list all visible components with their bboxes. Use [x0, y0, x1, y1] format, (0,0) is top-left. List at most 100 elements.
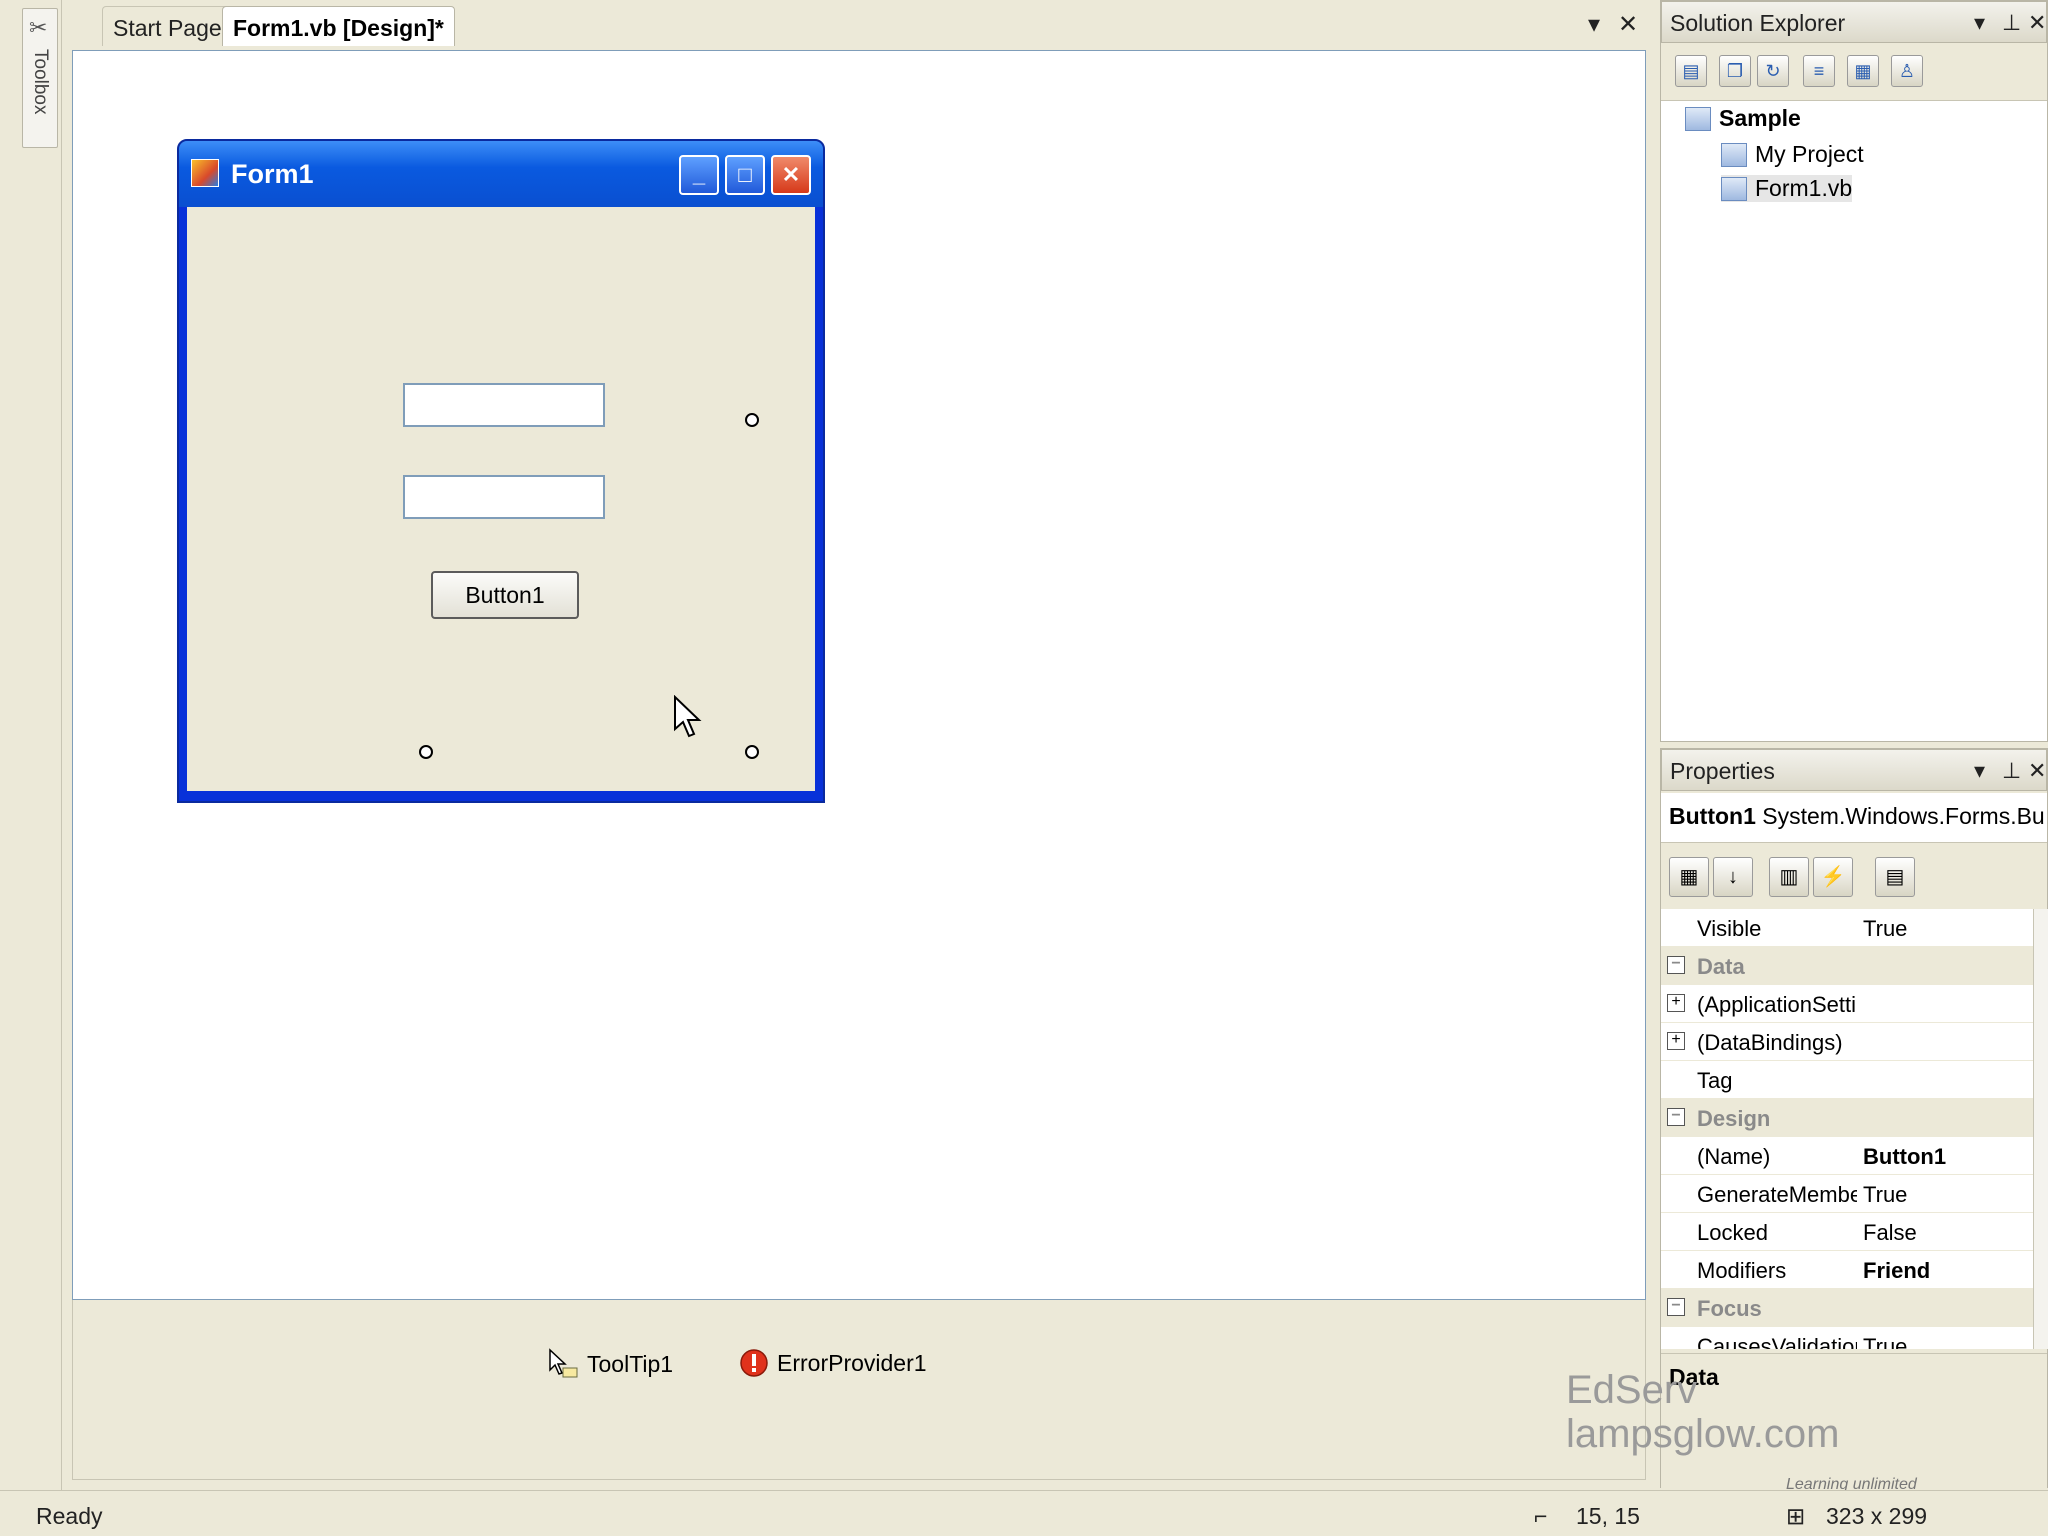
chevron-down-icon[interactable]: ▾	[1974, 10, 1985, 36]
prop-row-generate-member[interactable]: GenerateMembe True	[1661, 1175, 2033, 1213]
prop-row-modifiers[interactable]: Modifiers Friend	[1661, 1251, 2033, 1289]
status-ready: Ready	[36, 1503, 103, 1529]
prop-value[interactable]: True	[1863, 1182, 1907, 1208]
categorized-icon[interactable]: ▦	[1669, 857, 1709, 897]
prop-name: GenerateMembe	[1697, 1182, 1857, 1207]
close-icon[interactable]: ✕	[2028, 758, 2046, 784]
form-title: Form1	[231, 159, 314, 189]
expand-icon[interactable]: +	[1667, 1032, 1685, 1050]
tree-item-sample[interactable]: Sample	[1685, 105, 1801, 132]
form-file-icon	[1721, 176, 1747, 201]
panel-title: Properties	[1670, 758, 1775, 784]
prop-name: (DataBindings)	[1697, 1030, 1843, 1055]
mouse-cursor-icon	[674, 695, 702, 738]
form-titlebar[interactable]: Form1 _ □ ✕	[179, 141, 823, 207]
expand-icon[interactable]: +	[1667, 994, 1685, 1012]
prop-name: Modifiers	[1697, 1258, 1787, 1283]
form-client-area[interactable]: Button1	[187, 207, 815, 791]
resize-grip-right[interactable]	[745, 413, 759, 427]
prop-row-visible[interactable]: Visible True	[1661, 909, 2033, 947]
prop-value[interactable]: Button1	[1863, 1144, 1946, 1170]
object-selector[interactable]: Button1 System.Windows.Forms.Bu	[1661, 793, 2047, 843]
prop-name: Visible	[1697, 916, 1762, 941]
toolbox-icon: ✂	[29, 15, 48, 40]
tree-item-label: Sample	[1719, 105, 1801, 131]
size-icon: ⊞	[1786, 1503, 1806, 1529]
toolbox-strip: ✂ Toolbox	[0, 0, 62, 1490]
tooltip-icon	[549, 1348, 578, 1378]
toolbox-tab[interactable]: ✂ Toolbox	[22, 8, 58, 148]
textbox1[interactable]	[403, 383, 605, 427]
solution-explorer-panel: Solution Explorer ▾ ⊥ ✕ ▤ ❐ ↻ ≡ ▦ ♙ Samp…	[1660, 0, 2048, 742]
textbox2[interactable]	[403, 475, 605, 519]
alphabetical-icon[interactable]: ↓	[1713, 857, 1753, 897]
prop-value[interactable]: True	[1863, 916, 1907, 942]
properties-view-icon[interactable]: ▥	[1769, 857, 1809, 897]
prop-value[interactable]: False	[1863, 1220, 1917, 1246]
document-tab-strip: Start Page Form1.vb [Design]* ▾ ✕	[62, 0, 1646, 50]
selected-object-name: Button1	[1669, 803, 1756, 829]
tree-item-my-project[interactable]: My Project	[1721, 141, 1864, 168]
minimize-button[interactable]: _	[679, 155, 719, 195]
class-diagram-icon[interactable]: ♙	[1891, 55, 1923, 87]
close-button[interactable]: ✕	[771, 155, 811, 195]
prop-row-locked[interactable]: Locked False	[1661, 1213, 2033, 1251]
tree-item-form1-vb[interactable]: Form1.vb	[1721, 175, 1853, 202]
chevron-down-icon[interactable]: ▾	[1974, 758, 1985, 784]
collapse-icon[interactable]: −	[1667, 956, 1685, 974]
error-provider-icon	[740, 1349, 768, 1377]
tab-form1-design[interactable]: Form1.vb [Design]*	[222, 6, 455, 46]
design-surface[interactable]: Form1 _ □ ✕ Button1	[72, 50, 1646, 1300]
properties-icon[interactable]: ▤	[1675, 55, 1707, 87]
position-icon: ⌐	[1534, 1503, 1548, 1529]
view-code-icon[interactable]: ≡	[1803, 55, 1835, 87]
property-grid: Visible True − Data + (ApplicationSetti …	[1661, 909, 2033, 1349]
events-icon[interactable]: ⚡	[1813, 857, 1853, 897]
project-icon	[1685, 106, 1711, 131]
prop-name: Data	[1697, 954, 1745, 979]
pin-icon[interactable]: ⊥	[2002, 10, 2021, 36]
resize-grip-corner[interactable]	[745, 745, 759, 759]
button1[interactable]: Button1	[431, 571, 579, 619]
chevron-down-icon[interactable]: ▾	[1588, 10, 1600, 39]
prop-row-tag[interactable]: Tag	[1661, 1061, 2033, 1099]
prop-name: Focus	[1697, 1296, 1762, 1321]
collapse-icon[interactable]: −	[1667, 1108, 1685, 1126]
status-bar: Ready ⌐ 15, 15 ⊞ 323 x 299	[0, 1490, 2048, 1536]
tab-start-page[interactable]: Start Page	[102, 6, 233, 46]
prop-category-focus[interactable]: − Focus	[1661, 1289, 2033, 1327]
panel-title: Solution Explorer	[1670, 10, 1846, 36]
prop-name: (Name)	[1697, 1144, 1771, 1169]
prop-row-causes-validation[interactable]: CausesValidatior True	[1661, 1327, 2033, 1349]
prop-name: (ApplicationSetti	[1697, 992, 1856, 1017]
pin-icon[interactable]: ⊥	[2002, 758, 2021, 784]
prop-name: Tag	[1697, 1068, 1733, 1093]
maximize-button[interactable]: □	[725, 155, 765, 195]
resize-grip-bottom[interactable]	[419, 745, 433, 759]
form-app-icon	[191, 159, 219, 187]
properties-header: Properties ▾ ⊥ ✕	[1661, 749, 2047, 791]
view-designer-icon[interactable]: ▦	[1847, 55, 1879, 87]
collapse-icon[interactable]: −	[1667, 1298, 1685, 1316]
property-pages-icon[interactable]: ▤	[1875, 857, 1915, 897]
prop-name: CausesValidatior	[1697, 1334, 1857, 1349]
watermark: EdServ lampsglow.com	[1566, 1368, 1839, 1456]
prop-value[interactable]: True	[1863, 1334, 1907, 1349]
status-size: 323 x 299	[1826, 1503, 1928, 1529]
refresh-icon[interactable]: ↻	[1757, 55, 1789, 87]
watermark-brand: EdServ	[1566, 1368, 1698, 1412]
solution-explorer-header: Solution Explorer ▾ ⊥ ✕	[1661, 1, 2047, 43]
tray-item-tooltip[interactable]: ToolTip1	[547, 1348, 673, 1380]
form-designer-window[interactable]: Form1 _ □ ✕ Button1	[177, 139, 825, 803]
tray-item-error-provider[interactable]: ErrorProvider1	[739, 1348, 927, 1378]
close-icon[interactable]: ✕	[1618, 10, 1638, 39]
prop-category-data[interactable]: − Data	[1661, 947, 2033, 985]
close-icon[interactable]: ✕	[2028, 10, 2046, 36]
prop-value[interactable]: Friend	[1863, 1258, 1930, 1284]
prop-row-application-settings[interactable]: + (ApplicationSetti	[1661, 985, 2033, 1023]
prop-row-name[interactable]: (Name) Button1	[1661, 1137, 2033, 1175]
property-grid-scrollbar[interactable]	[2033, 909, 2048, 1349]
show-all-files-icon[interactable]: ❐	[1719, 55, 1751, 87]
prop-category-design[interactable]: − Design	[1661, 1099, 2033, 1137]
prop-row-databindings[interactable]: + (DataBindings)	[1661, 1023, 2033, 1061]
